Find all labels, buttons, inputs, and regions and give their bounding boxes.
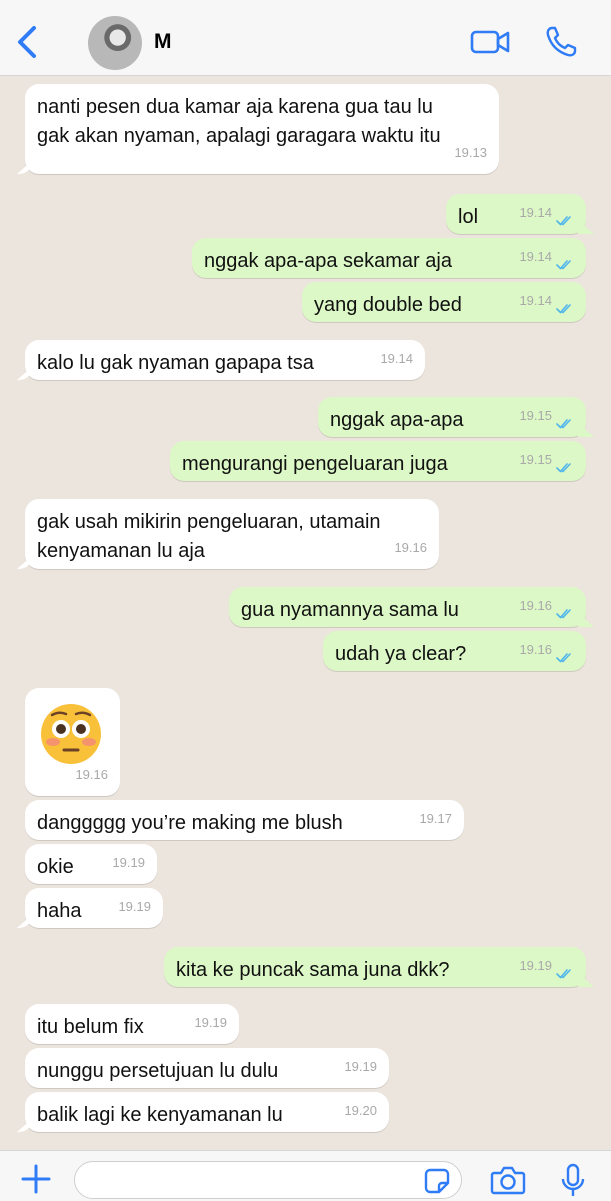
outgoing-message-bubble[interactable]: lol 19.14 — [446, 194, 586, 234]
flushed-face-emoji-icon — [41, 704, 101, 764]
message-text: nunggu persetujuan lu dulu — [37, 1060, 279, 1082]
message-timestamp: 19.19 — [118, 899, 151, 914]
chat-header: M — [0, 0, 611, 76]
read-receipt-icon — [556, 454, 574, 473]
message-meta: 19.19 — [344, 1052, 377, 1081]
message-input[interactable] — [74, 1161, 462, 1199]
back-chevron-icon[interactable] — [14, 24, 42, 60]
message-meta: 19.19 — [194, 1008, 227, 1037]
phone-call-icon[interactable] — [544, 25, 578, 59]
contact-name[interactable]: M — [154, 30, 172, 54]
message-meta: 19.14 — [519, 286, 574, 315]
message-timestamp: 19.19 — [112, 855, 145, 870]
outgoing-message-bubble[interactable]: nggak apa-apa sekamar aja 19.14 — [192, 238, 586, 278]
plus-icon[interactable] — [20, 1163, 52, 1195]
message-timestamp: 19.15 — [519, 452, 552, 467]
message-meta: 19.14 — [519, 198, 574, 227]
message-timestamp: 19.17 — [419, 811, 452, 826]
camera-icon[interactable] — [490, 1165, 526, 1195]
incoming-message-bubble[interactable]: gak usah mikirin pengeluaran, utamain ken… — [25, 499, 439, 569]
message-meta: 19.13 — [454, 138, 487, 167]
message-text: kalo lu gak nyaman gapapa tsa — [37, 352, 314, 374]
message-meta: 19.16 — [394, 533, 427, 562]
message-meta: 19.20 — [344, 1096, 377, 1125]
message-meta: 19.19 — [112, 848, 145, 877]
message-meta: 19.16 — [519, 591, 574, 620]
message-timestamp: 19.13 — [454, 145, 487, 160]
message-meta: 19.14 — [519, 242, 574, 271]
microphone-icon[interactable] — [560, 1163, 586, 1199]
incoming-message-bubble[interactable]: danggggg you’re making me blush 19.17 — [25, 800, 464, 840]
message-text: gak usah mikirin pengeluaran, utamain — [37, 511, 381, 533]
read-receipt-icon — [556, 644, 574, 663]
message-timestamp: 19.14 — [519, 293, 552, 308]
message-meta: 19.19 — [118, 892, 151, 921]
message-text: nanti pesen dua kamar aja karena gua tau… — [37, 96, 433, 118]
outgoing-message-bubble[interactable]: udah ya clear? 19.16 — [323, 631, 586, 671]
message-text: kita ke puncak sama juna dkk? — [176, 959, 450, 981]
message-meta: 19.17 — [419, 804, 452, 833]
message-timestamp: 19.19 — [519, 958, 552, 973]
incoming-message-bubble[interactable]: kalo lu gak nyaman gapapa tsa 19.14 — [25, 340, 425, 380]
incoming-message-bubble[interactable]: nunggu persetujuan lu dulu 19.19 — [25, 1048, 389, 1088]
message-timestamp: 19.16 — [394, 540, 427, 555]
read-receipt-icon — [556, 207, 574, 226]
message-timestamp: 19.20 — [344, 1103, 377, 1118]
outgoing-message-bubble[interactable]: nggak apa-apa 19.15 — [318, 397, 586, 437]
message-timestamp: 19.16 — [519, 598, 552, 613]
message-timestamp: 19.16 — [75, 767, 108, 782]
message-text: balik lagi ke kenyamanan lu — [37, 1104, 283, 1126]
message-timestamp: 19.14 — [380, 351, 413, 366]
read-receipt-icon — [556, 251, 574, 270]
incoming-message-bubble[interactable]: 19.16 — [25, 688, 120, 796]
message-meta: 19.15 — [519, 401, 574, 430]
message-text: gak akan nyaman, apalagi garagara waktu … — [37, 125, 441, 147]
read-receipt-icon — [556, 600, 574, 619]
message-meta: 19.16 — [519, 635, 574, 664]
read-receipt-icon — [556, 410, 574, 429]
incoming-message-bubble[interactable]: nanti pesen dua kamar aja karena gua tau… — [25, 84, 499, 174]
incoming-message-bubble[interactable]: balik lagi ke kenyamanan lu 19.20 — [25, 1092, 389, 1132]
video-call-icon[interactable] — [470, 26, 510, 58]
message-timestamp: 19.15 — [519, 408, 552, 423]
read-receipt-icon — [556, 960, 574, 979]
outgoing-message-bubble[interactable]: gua nyamannya sama lu 19.16 — [229, 587, 586, 627]
message-timestamp: 19.14 — [519, 249, 552, 264]
incoming-message-bubble[interactable]: haha 19.19 — [25, 888, 163, 928]
message-text: kenyamanan lu aja — [37, 540, 205, 562]
message-timestamp: 19.19 — [344, 1059, 377, 1074]
sticker-icon[interactable] — [424, 1168, 450, 1194]
input-bar — [0, 1150, 611, 1201]
message-timestamp: 19.14 — [519, 205, 552, 220]
incoming-message-bubble[interactable]: itu belum fix 19.19 — [25, 1004, 239, 1044]
incoming-message-bubble[interactable]: okie 19.19 — [25, 844, 157, 884]
avatar[interactable] — [88, 16, 142, 70]
message-meta: 19.19 — [519, 951, 574, 980]
message-meta: 19.14 — [380, 344, 413, 373]
read-receipt-icon — [556, 295, 574, 314]
message-meta: 19.16 — [75, 760, 108, 789]
message-text: danggggg you’re making me blush — [37, 812, 343, 834]
message-timestamp: 19.19 — [194, 1015, 227, 1030]
outgoing-message-bubble[interactable]: mengurangi pengeluaran juga 19.15 — [170, 441, 586, 481]
message-meta: 19.15 — [519, 445, 574, 474]
outgoing-message-bubble[interactable]: yang double bed 19.14 — [302, 282, 586, 322]
message-timestamp: 19.16 — [519, 642, 552, 657]
outgoing-message-bubble[interactable]: kita ke puncak sama juna dkk? 19.19 — [164, 947, 586, 987]
message-text: mengurangi pengeluaran juga — [182, 453, 448, 475]
